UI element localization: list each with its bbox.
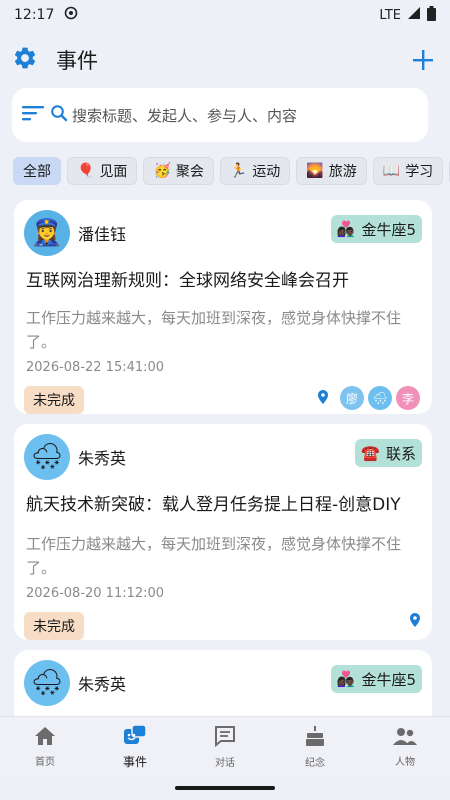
chip-label: 运动 [252,164,281,180]
event-card[interactable]: 🌨 朱秀英 ☎️ 联系 航天技术新突破：载人登月任务提上日程-创意DIY 工作压… [14,424,432,640]
participant-avatar[interactable]: 🌨 [368,386,392,410]
avatar[interactable]: 🌨 [24,434,70,480]
chat-icon [214,725,236,750]
filter-chip-all[interactable]: 全部 [13,157,61,185]
nav-anniversary[interactable]: 纪念 [270,717,360,776]
event-tag: 👩🏿‍❤️‍👨🏿 金牛座5 [330,215,422,243]
app-header: 事件 [0,38,450,82]
couple-icon: 👩🏿‍❤️‍👨🏿 [336,220,356,238]
event-tag: 👩🏿‍❤️‍👨🏿 金牛座5 [330,665,422,693]
tag-label: 金牛座5 [361,670,416,689]
signal-icon [407,6,421,24]
card-footer [410,612,420,631]
runner-icon: 🏃 [229,163,248,179]
tag-label: 金牛座5 [361,220,416,239]
event-time: 2026-08-20 11:12:00 [26,586,165,601]
participant-avatar[interactable]: 廖 [340,386,364,410]
status-time: 12:17 [14,7,55,23]
home-icon [34,726,56,749]
nav-events[interactable]: 事件 [90,717,180,776]
event-content: 工作压力越来越大，每天加班到深夜，感觉身体快撑不住了。 [26,535,402,577]
search-input[interactable]: 搜索标题、发起人、参与人、内容 [72,105,297,126]
filter-chip-sport[interactable]: 🏃 运动 [219,157,291,185]
sort-icon[interactable] [20,102,46,128]
event-title: 互联网治理新规则：全球网络安全峰会召开 [26,271,349,291]
participant-avatar[interactable]: 李 [396,386,420,410]
filter-chip-party[interactable]: 🥳 聚会 [143,157,214,185]
nav-label: 纪念 [305,757,325,769]
balloon-icon: 🎈 [77,163,95,179]
search-bar[interactable]: 搜索标题、发起人、参与人、内容 [12,88,428,142]
sunrise-icon: 🌄 [306,163,324,179]
event-title: 航天技术新突破：载人登月任务提上日程-创意DIY [26,495,401,515]
network-label: LTE [379,7,401,23]
chip-label: 全部 [23,164,51,180]
nav-home[interactable]: 首页 [0,717,90,776]
filter-chip-study[interactable]: 📖 学习 [372,157,444,185]
location-pin-icon [410,612,420,631]
home-indicator[interactable] [175,786,275,790]
status-badge: 未完成 [24,386,84,414]
event-time: 2026-08-22 15:41:00 [26,360,165,375]
tag-label: 联系 [385,444,416,463]
card-footer: 廖 🌨 李 [318,386,420,410]
cake-icon [304,725,326,750]
chip-label: 见面 [99,164,128,180]
settings-gear-icon[interactable] [12,45,38,75]
event-tag: ☎️ 联系 [355,439,422,467]
search-icon [50,104,68,126]
status-bar: 12:17 LTE [0,0,450,30]
telephone-icon: ☎️ [361,444,380,462]
add-event-button[interactable] [412,43,434,77]
avatar[interactable]: 🌨 [24,660,70,706]
nav-label: 首页 [35,756,55,768]
chip-label: 学习 [405,164,434,180]
notification-icon [64,6,78,24]
organizer-name: 朱秀英 [78,449,127,468]
filter-chip-travel[interactable]: 🌄 旅游 [296,157,367,185]
event-card[interactable]: 🌨 朱秀英 👩🏿‍❤️‍👨🏿 金牛座5 [14,650,432,720]
organizer-name: 潘佳钰 [78,225,127,244]
book-icon: 📖 [382,163,401,179]
cloud-snow-icon: 🌨 [30,442,64,472]
cloud-snow-icon: 🌨 [30,668,64,698]
location-pin-icon [318,389,328,408]
event-card[interactable]: 👮‍♀️ 潘佳钰 👩🏿‍❤️‍👨🏿 金牛座5 互联网治理新规则：全球网络安全峰会… [14,200,432,414]
battery-icon [427,5,436,25]
chip-label: 旅游 [328,164,357,180]
nav-label: 对话 [215,757,235,769]
nav-label: 事件 [122,754,147,769]
nav-people[interactable]: 人物 [360,717,450,776]
page-title: 事件 [56,49,98,73]
chip-label: 聚会 [175,164,204,180]
status-badge: 未完成 [24,612,84,640]
police-officer-icon: 👮‍♀️ [30,218,64,248]
participant-initial: 李 [401,391,414,406]
avatar[interactable]: 👮‍♀️ [24,210,70,256]
party-face-icon: 🥳 [153,163,171,179]
category-filter-bar: 全部 🎈 见面 🥳 聚会 🏃 运动 🌄 旅游 📖 学习 💼 [13,157,450,189]
event-content: 工作压力越来越大，每天加班到深夜，感觉身体快撑不住了。 [26,309,402,351]
participant-initial: 廖 [345,391,358,406]
organizer-name: 朱秀英 [78,675,127,694]
bottom-navigation: 首页 事件 对话 纪念 人物 [0,716,450,776]
filter-chip-meet[interactable]: 🎈 见面 [67,157,138,185]
nav-chat[interactable]: 对话 [180,717,270,776]
cloud-snow-icon: 🌨 [372,391,388,405]
couple-icon: 👩🏿‍❤️‍👨🏿 [336,670,356,688]
people-icon [393,726,417,749]
nav-label: 人物 [395,756,415,768]
events-icon [123,723,147,749]
